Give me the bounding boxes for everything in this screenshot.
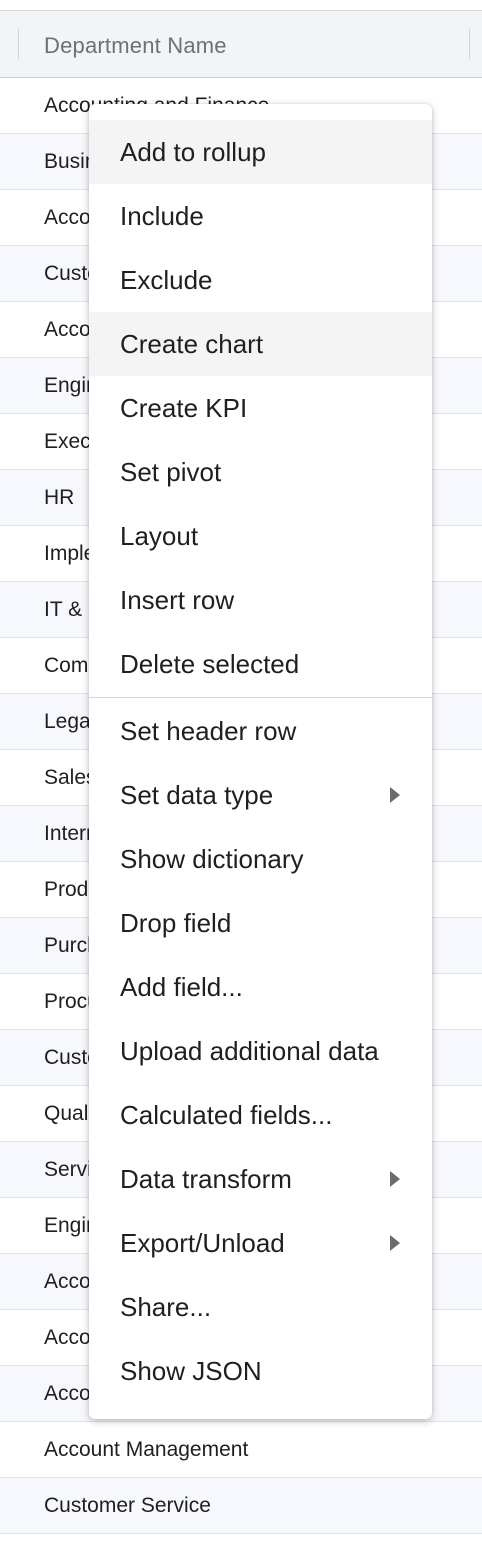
column-header-label: Department Name xyxy=(44,33,227,58)
menu-item-set-header-row[interactable]: Set header row xyxy=(89,699,432,763)
menu-item-label: Exclude xyxy=(120,264,213,295)
menu-item-exclude[interactable]: Exclude xyxy=(89,248,432,312)
menu-item-insert-row[interactable]: Insert row xyxy=(89,568,432,632)
menu-item-drop-field[interactable]: Drop field xyxy=(89,891,432,955)
menu-item-create-kpi[interactable]: Create KPI xyxy=(89,376,432,440)
menu-item-show-dictionary[interactable]: Show dictionary xyxy=(89,827,432,891)
department-cell: Legal xyxy=(44,709,96,733)
menu-item-add-to-rollup[interactable]: Add to rollup xyxy=(89,120,432,184)
menu-item-label: Insert row xyxy=(120,584,235,615)
menu-item-share[interactable]: Share... xyxy=(89,1275,432,1339)
table-row[interactable]: Account Management xyxy=(0,1422,482,1478)
menu-item-set-pivot[interactable]: Set pivot xyxy=(89,440,432,504)
menu-item-label: Show dictionary xyxy=(120,843,304,874)
department-cell: HR xyxy=(44,485,75,509)
department-cell: Customer Service xyxy=(44,1493,211,1517)
menu-item-label: Drop field xyxy=(120,907,232,938)
menu-item-upload-additional-data[interactable]: Upload additional data xyxy=(89,1019,432,1083)
menu-item-label: Set header row xyxy=(120,715,297,746)
menu-item-label: Add to rollup xyxy=(120,136,266,167)
column-header[interactable]: Department Name xyxy=(0,11,482,78)
menu-item-include[interactable]: Include xyxy=(89,184,432,248)
context-menu-group-actions: Add to rollup Include Exclude Create chart C… xyxy=(89,120,432,696)
menu-item-add-field[interactable]: Add field... xyxy=(89,955,432,1019)
menu-item-calculated-fields[interactable]: Calculated fields... xyxy=(89,1083,432,1147)
menu-item-layout[interactable]: Layout xyxy=(89,504,432,568)
menu-item-label: Create KPI xyxy=(120,392,248,423)
menu-item-show-json[interactable]: Show JSON xyxy=(89,1339,432,1403)
department-cell: Account Management xyxy=(44,1437,249,1461)
column-divider[interactable] xyxy=(18,29,19,59)
menu-item-label: Share... xyxy=(120,1291,212,1322)
submenu-arrow-icon xyxy=(390,787,400,803)
menu-item-data-transform[interactable]: Data transform xyxy=(89,1147,432,1211)
menu-item-label: Include xyxy=(120,200,204,231)
menu-item-label: Calculated fields... xyxy=(120,1099,333,1130)
menu-item-delete-selected[interactable]: Delete selected xyxy=(89,632,432,696)
menu-item-label: Set data type xyxy=(120,779,274,810)
menu-divider xyxy=(89,697,432,698)
menu-item-label: Export/Unload xyxy=(120,1227,285,1258)
submenu-arrow-icon xyxy=(390,1235,400,1251)
menu-item-export-unload[interactable]: Export/Unload xyxy=(89,1211,432,1275)
menu-item-label: Delete selected xyxy=(120,648,300,679)
menu-item-label: Layout xyxy=(120,520,199,551)
menu-item-label: Data transform xyxy=(120,1163,292,1194)
menu-item-label: Upload additional data xyxy=(120,1035,379,1066)
menu-item-label: Create chart xyxy=(120,328,264,359)
menu-item-set-data-type[interactable]: Set data type xyxy=(89,763,432,827)
table-row[interactable]: Customer Service xyxy=(0,1478,482,1534)
menu-item-label: Add field... xyxy=(120,971,243,1002)
submenu-arrow-icon xyxy=(390,1171,400,1187)
context-menu-group-fields: Set header row Set data type Show dictiona… xyxy=(89,699,432,1403)
context-menu: Add to rollup Include Exclude Create chart C… xyxy=(89,104,432,1419)
menu-item-label: Show JSON xyxy=(120,1355,262,1386)
menu-item-create-chart[interactable]: Create chart xyxy=(89,312,432,376)
menu-item-label: Set pivot xyxy=(120,456,222,487)
column-divider[interactable] xyxy=(469,29,470,59)
